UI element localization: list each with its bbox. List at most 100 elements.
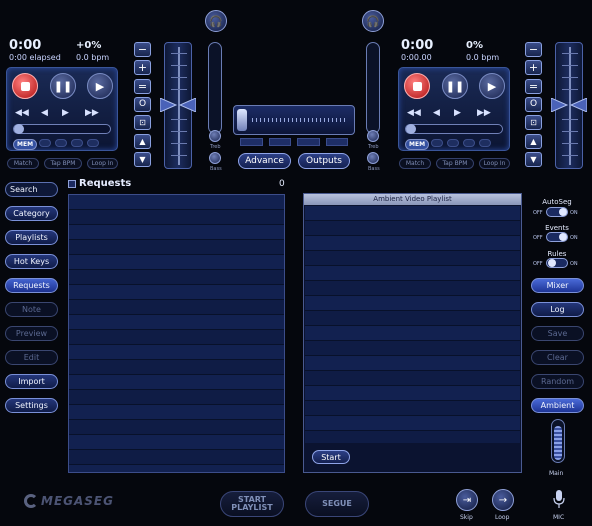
left-nudge-up-button[interactable]: ▲	[134, 134, 151, 149]
list-item[interactable]	[69, 315, 284, 330]
left-rewind-icon[interactable]: ◀◀	[15, 108, 29, 118]
left-nudge-down-button[interactable]: ▼	[134, 152, 151, 167]
random-button[interactable]: Random	[531, 374, 584, 389]
left-back-icon[interactable]: ◀	[41, 108, 48, 118]
list-item[interactable]	[69, 210, 284, 225]
right-fastforward-icon[interactable]: ▶▶	[477, 108, 491, 118]
list-item[interactable]	[69, 405, 284, 420]
right-mem-button[interactable]: MEM	[405, 139, 430, 150]
main-volume-slider[interactable]	[551, 419, 565, 463]
right-progress-bar[interactable]	[405, 124, 503, 134]
right-match-button[interactable]: Match	[399, 158, 431, 169]
sidebar-item-import[interactable]: Import	[5, 374, 58, 389]
list-item[interactable]	[305, 386, 520, 401]
right-cue-4[interactable]	[479, 139, 491, 147]
left-pitch-reset-button[interactable]: =	[134, 79, 151, 94]
list-item[interactable]	[69, 330, 284, 345]
left-cue-3[interactable]	[71, 139, 83, 147]
right-nudge-down-button[interactable]: ▼	[525, 152, 542, 167]
list-item[interactable]	[305, 326, 520, 341]
right-bass-knob[interactable]	[367, 152, 379, 164]
list-item[interactable]	[305, 371, 520, 386]
playlist-list[interactable]	[305, 206, 520, 443]
left-stop-button[interactable]	[12, 73, 38, 99]
left-bass-knob[interactable]	[209, 152, 221, 164]
ambient-button[interactable]: Ambient	[531, 398, 584, 413]
right-loop-in-button[interactable]: Loop In	[479, 158, 510, 169]
right-treble-knob[interactable]	[367, 130, 379, 142]
sidebar-item-requests[interactable]: Requests	[5, 278, 58, 293]
left-loop-in-button[interactable]: Loop In	[87, 158, 118, 169]
right-stop-button[interactable]	[404, 73, 430, 99]
list-item[interactable]	[305, 431, 520, 443]
left-progress-bar[interactable]	[13, 124, 111, 134]
list-item[interactable]	[305, 356, 520, 371]
list-item[interactable]	[69, 195, 284, 210]
list-item[interactable]	[69, 465, 284, 472]
right-pitch-handle[interactable]	[551, 98, 587, 112]
requests-collapse-icon[interactable]	[68, 180, 76, 188]
list-item[interactable]	[69, 345, 284, 360]
skip-button[interactable]: ⇥	[456, 489, 478, 511]
right-pause-button[interactable]: ❚❚	[442, 73, 468, 99]
rules-toggle[interactable]	[546, 258, 568, 268]
left-pause-button[interactable]: ❚❚	[50, 73, 76, 99]
right-play-button[interactable]: ▶	[479, 73, 505, 99]
loop-button[interactable]: →	[492, 489, 514, 511]
crossfader[interactable]	[233, 105, 355, 135]
left-lock-button[interactable]: ⊡	[134, 115, 151, 130]
right-back-icon[interactable]: ◀	[433, 108, 440, 118]
list-item[interactable]	[69, 300, 284, 315]
mixer-button[interactable]: Mixer	[531, 278, 584, 293]
sidebar-item-search[interactable]: Search	[5, 182, 58, 197]
list-item[interactable]	[305, 311, 520, 326]
sidebar-item-category[interactable]: Category	[5, 206, 58, 221]
list-item[interactable]	[305, 236, 520, 251]
left-pitch-minus-button[interactable]: −	[134, 42, 151, 57]
sidebar-item-settings[interactable]: Settings	[5, 398, 58, 413]
right-headphone-button[interactable]: 🎧	[362, 10, 384, 32]
events-toggle[interactable]	[546, 232, 568, 242]
list-item[interactable]	[305, 281, 520, 296]
clear-button[interactable]: Clear	[531, 350, 584, 365]
list-item[interactable]	[69, 255, 284, 270]
right-cue-3[interactable]	[463, 139, 475, 147]
left-treble-knob[interactable]	[209, 130, 221, 142]
start-playlist-button[interactable]: START PLAYLIST	[220, 491, 284, 517]
list-item[interactable]	[69, 285, 284, 300]
list-item[interactable]	[69, 270, 284, 285]
sidebar-item-preview[interactable]: Preview	[5, 326, 58, 341]
left-pitch-plus-button[interactable]: +	[134, 60, 151, 75]
left-forward-icon[interactable]: ▶	[62, 108, 69, 118]
list-item[interactable]	[305, 206, 520, 221]
list-item[interactable]	[305, 251, 520, 266]
left-pitch-zero-button[interactable]: O	[134, 97, 151, 112]
right-cue-2[interactable]	[447, 139, 459, 147]
log-button[interactable]: Log	[531, 302, 584, 317]
left-pitch-handle[interactable]	[160, 98, 196, 112]
right-pitch-plus-button[interactable]: +	[525, 60, 542, 75]
sidebar-item-playlists[interactable]: Playlists	[5, 230, 58, 245]
progress-knob[interactable]	[406, 124, 416, 134]
right-pitch-reset-button[interactable]: =	[525, 79, 542, 94]
list-item[interactable]	[69, 375, 284, 390]
sidebar-item-hot-keys[interactable]: Hot Keys	[5, 254, 58, 269]
left-tap-bpm-button[interactable]: Tap BPM	[44, 158, 82, 169]
progress-knob[interactable]	[14, 124, 24, 134]
left-cue-1[interactable]	[39, 139, 51, 147]
list-item[interactable]	[305, 416, 520, 431]
left-headphone-button[interactable]: 🎧	[205, 10, 227, 32]
right-nudge-up-button[interactable]: ▲	[525, 134, 542, 149]
right-pitch-minus-button[interactable]: −	[525, 42, 542, 57]
list-item[interactable]	[69, 225, 284, 240]
list-item[interactable]	[69, 360, 284, 375]
list-item[interactable]	[69, 450, 284, 465]
left-cue-2[interactable]	[55, 139, 67, 147]
advance-button[interactable]: Advance	[238, 153, 291, 169]
left-channel-volume[interactable]	[208, 42, 222, 134]
list-item[interactable]	[69, 390, 284, 405]
left-play-button[interactable]: ▶	[87, 73, 113, 99]
list-item[interactable]	[305, 221, 520, 236]
left-match-button[interactable]: Match	[7, 158, 39, 169]
list-item[interactable]	[305, 266, 520, 281]
